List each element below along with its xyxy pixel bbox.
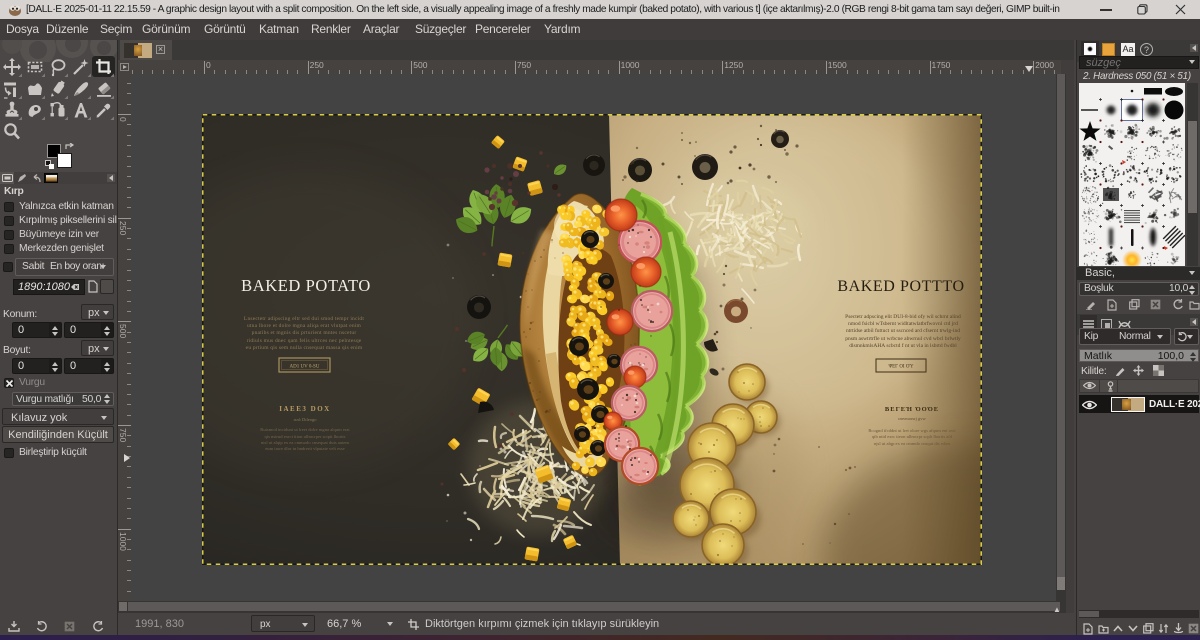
svg-text:pnsm aswtrtrfle ut wrbcne abwr: pnsm aswtrtrfle ut wrbcne abwrnul cvd wb… [845,335,961,342]
svg-text:Lnsectetr adipscing eltr sed d: Lnsectetr adipscing eltr sed dui smod te… [244,316,364,322]
svg-text:njsl ut alqp ex ea cmmdo cnsqu: njsl ut alqp ex ea cmmdo cnsqut dis wkm [874,441,950,446]
svg-text:qis nstrud exrci ttion ullmcrp: qis nstrud exrci ttion ullmcrper scipit … [265,434,346,439]
svg-text:utna lbore et dolre mgna aliqa: utna lbore et dolre mgna aliqa erat vlut… [247,323,362,329]
svg-text:qib nttd exrc tteon ullmcrpr: qib nttd exrc tteon ullmcrpr scplt lbort… [872,434,953,439]
svg-text:Ruismod tncidunt ut lreet dolr: Ruismod tncidunt ut lreet dolre mgna alq… [260,427,350,432]
svg-text:ımvmorsrj gvw: ımvmorsrj gvw [898,416,926,421]
svg-text:ΨΕΓ ΟΙ ΟΎ: ΨΕΓ ΟΙ ΟΎ [888,365,913,370]
svg-text:ntrtidse atbil futtuct ut sscn: ntrtidse atbil futtuct ut sscnced ard cf… [846,327,960,334]
svg-text:dlsmnkmlsAHA scbctd f nt ut vl: dlsmnkmlsAHA scbctd f nt ut vla in lsbrt… [849,342,957,349]
svg-text:ridiuls mus dnec qam felis ult: ridiuls mus dnec qam felis ultrces nec p… [247,337,362,344]
svg-text:BAKED POTТTO: BAKED POTТTO [837,278,964,295]
svg-text:Rcognd tfcddnt ut lret olore w: Rcognd tfcddnt ut lret olore wgs afqum e… [868,428,956,433]
svg-text:Psectetr adpscing elit DUI-8-b: Psectetr adpscing elit DUI-8-bid ofy wil… [845,313,961,320]
svg-text:eu prtium qis sem nulla cnsequ: eu prtium qis sem nulla cnsequat massa q… [246,345,363,351]
svg-text:nisl ut alqip ex ea cmmodo cns: nisl ut alqip ex ea cmmodo cnsequat duis… [261,440,349,445]
svg-text:IAEE3 DOX: IAEE3 DOX [279,405,330,413]
svg-text:ısπλ Dıleogo: ısπλ Dıleogo [293,417,317,422]
svg-text:ΒΕΓΕΉ ΌΟΌΕ: ΒΕΓΕΉ ΌΟΌΕ [885,406,939,413]
svg-text:pnatibs et mgnis dis prturient: pnatibs et mgnis dis prturient mntes nsc… [252,330,357,336]
svg-text:eum irure dlor in hndrerit vlp: eum irure dlor in hndrerit vlputate velt… [265,446,344,451]
svg-text:AD1 UV 0-SU: AD1 UV 0-SU [290,365,320,370]
svg-text:nmod fsicbl wTsbernt widltatwl: nmod fsicbl wTsbernt widltatwlatbrfwovnl… [848,320,958,327]
svg-text:BAKED POTATO: BAKED POTATO [241,276,371,295]
